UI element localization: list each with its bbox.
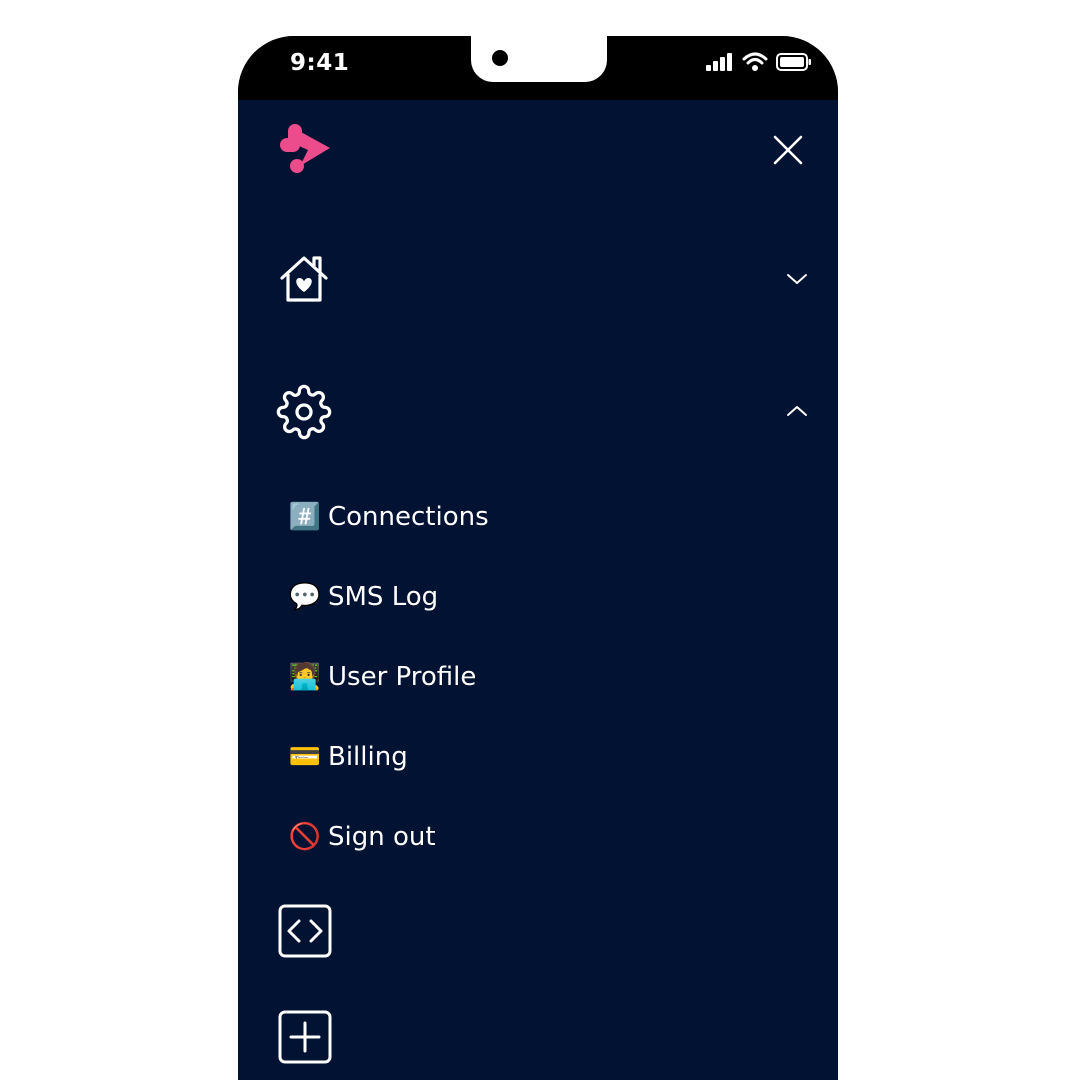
menu-item-billing[interactable]: 💳 Billing xyxy=(288,737,408,777)
menu-item-label: Sign out xyxy=(328,822,436,852)
nav-home[interactable] xyxy=(276,252,332,308)
settings-collapse-button[interactable] xyxy=(782,396,812,426)
menu-item-label: SMS Log xyxy=(328,582,439,612)
technologist-emoji-icon: 🧑‍💻 xyxy=(288,662,322,692)
signal-icon xyxy=(706,53,732,71)
wifi-icon xyxy=(742,52,768,71)
menu-item-connections[interactable]: #️⃣ Connections xyxy=(288,497,489,537)
brand-logo-icon xyxy=(280,124,330,173)
close-icon xyxy=(773,135,803,165)
nav-settings[interactable] xyxy=(276,384,332,440)
chevron-up-icon xyxy=(787,406,807,416)
speech-bubble-emoji-icon: 💬 xyxy=(288,582,322,612)
menu-item-user-profile[interactable]: 🧑‍💻 User Profile xyxy=(288,657,477,697)
menu-item-sign-out[interactable]: 🚫 Sign out xyxy=(288,817,436,857)
menu-item-label: User Profile xyxy=(328,662,477,692)
chevron-down-icon xyxy=(787,274,807,284)
status-icons xyxy=(706,52,812,72)
battery-icon xyxy=(776,53,811,71)
front-camera xyxy=(492,50,508,66)
nav-code[interactable] xyxy=(276,902,334,960)
gear-icon xyxy=(276,384,332,440)
hash-emoji-icon: #️⃣ xyxy=(288,502,322,532)
menu-item-label: Billing xyxy=(328,742,408,772)
code-icon xyxy=(278,904,332,958)
no-entry-emoji-icon: 🚫 xyxy=(288,822,322,852)
nav-add[interactable] xyxy=(276,1008,334,1066)
close-button[interactable] xyxy=(768,130,808,170)
plus-square-icon xyxy=(278,1010,332,1064)
menu-item-sms-log[interactable]: 💬 SMS Log xyxy=(288,577,439,617)
status-time: 9:41 xyxy=(290,50,350,76)
menu-item-label: Connections xyxy=(328,502,489,532)
home-heart-icon xyxy=(280,256,328,302)
phone-frame: 9:41 xyxy=(238,36,838,1080)
credit-card-emoji-icon: 💳 xyxy=(288,742,322,772)
home-expand-button[interactable] xyxy=(782,264,812,294)
brand-logo[interactable] xyxy=(278,120,334,176)
